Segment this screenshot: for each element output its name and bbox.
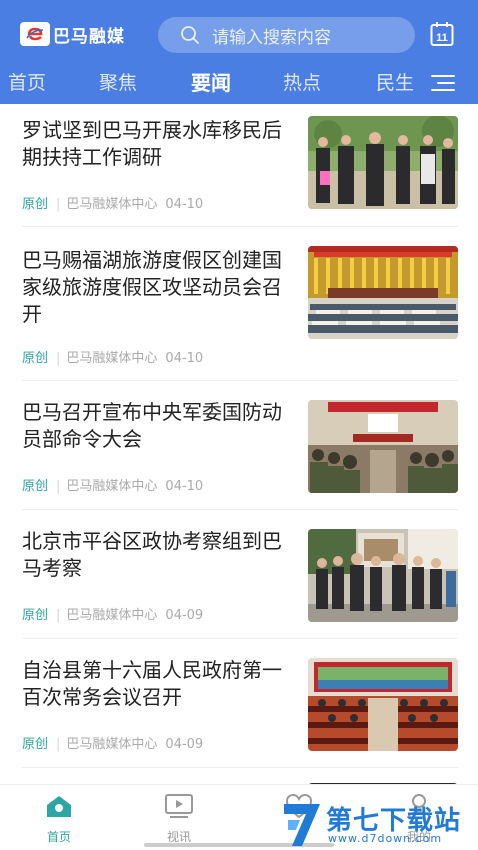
tab-livelihood[interactable]: 民生 [376,68,414,95]
news-date: 04-09 [165,608,204,623]
news-meta: 原创 | 巴马融媒体中心 04-10 [22,479,204,494]
calendar-button[interactable]: 11 [430,21,454,47]
news-thumbnail [308,658,458,751]
news-thumbnail [308,246,458,339]
search-icon [181,26,199,44]
channel-menu-icon[interactable] [430,73,456,93]
news-item[interactable]: 自治县第十六届人民政府第一百次常务会议召开 原创 | 巴马融媒体中心 04-09 [0,639,478,767]
news-meta: 原创 | 巴马融媒体中心 04-10 [22,197,204,212]
calendar-icon: 11 [430,22,454,46]
tab-home[interactable]: 首页 [8,68,46,95]
news-meta: 原创 | 巴马融媒体中心 04-09 [22,608,204,623]
tab-hot[interactable]: 热点 [283,68,321,95]
news-thumbnail [308,529,458,622]
watermark-logo-icon [284,804,320,846]
nav-home[interactable]: 首页 [19,793,99,845]
news-title: 自治县第十六届人民政府第一百次常务会议召开 [22,658,282,709]
news-thumbnail [308,400,458,493]
original-tag: 原创 [22,737,49,752]
news-source: 巴马融媒体中心 [66,351,158,366]
watermark: 第七下载站 www.d7down.com [282,798,478,850]
news-source: 巴马融媒体中心 [66,479,158,494]
search-placeholder: 请输入搜索内容 [212,27,331,48]
nav-video[interactable]: 视讯 [139,793,219,845]
news-item[interactable]: 巴马赐福湖旅游度假区创建国家级旅游度假区攻坚动员会召开 原创 | 巴马融媒体中心 04… [0,227,478,380]
tab-focus[interactable]: 聚焦 [99,68,137,95]
app-logo[interactable]: 巴马融媒 [20,22,125,47]
tab-headlines[interactable]: 要闻 [191,67,231,96]
news-item[interactable]: 北京市平谷区政协考察组到巴马考察 原创 | 巴马融媒体中心 04-09 [0,510,478,638]
divider [22,767,458,768]
news-source: 巴马融媒体中心 [66,737,158,752]
news-title: 北京市平谷区政协考察组到巴马考察 [22,529,282,580]
logo-badge [20,22,50,46]
news-feed[interactable]: 罗试坚到巴马开展水库移民后期扶持工作调研 原创|巴马融媒体中心04-10 [0,104,478,784]
original-tag: 原创 [22,197,49,212]
search-bar[interactable]: 请输入搜索内容 [158,17,415,53]
news-meta: 原创 | 巴马融媒体中心 04-09 [22,737,204,752]
news-thumbnail [308,116,458,209]
news-date: 04-10 [165,351,204,366]
watermark-url: www.d7down.com [328,832,443,845]
news-meta: 原创 | 巴马融媒体中心 04-10 [22,351,204,366]
channel-tabs: 首页 聚焦 要闻 热点 民生 [0,62,478,102]
news-date: 04-09 [165,737,204,752]
news-title: 罗试坚到巴马开展水库移民后期扶持工作调研 [22,118,282,169]
news-date: 04-10 [165,197,204,212]
app-header: 巴马融媒 请输入搜索内容 11 首页 聚焦 要闻 热点 民生 [0,0,478,104]
original-tag: 原创 [22,479,49,494]
news-item[interactable]: 罗试坚到巴马开展水库移民后期扶持工作调研 原创 | 巴马融媒体中心 04-10 [0,104,478,226]
news-source: 巴马融媒体中心 [66,197,158,212]
news-title: 巴马召开宣布中央军委国防动员部命令大会 [22,400,282,451]
calendar-day: 11 [436,32,448,44]
video-icon [165,794,193,818]
original-tag: 原创 [22,351,49,366]
original-tag: 原创 [22,608,49,623]
nav-label: 首页 [46,830,71,844]
home-icon [47,796,71,817]
app-name: 巴马融媒 [53,26,125,47]
news-date: 04-10 [165,479,204,494]
news-title: 巴马赐福湖旅游度假区创建国家级旅游度假区攻坚动员会召开 [22,248,282,326]
news-item[interactable]: 巴马召开宣布中央军委国防动员部命令大会 原创 | 巴马融媒体中心 04-10 [0,381,478,509]
news-source: 巴马融媒体中心 [66,608,158,623]
logo-e-icon [26,27,44,41]
